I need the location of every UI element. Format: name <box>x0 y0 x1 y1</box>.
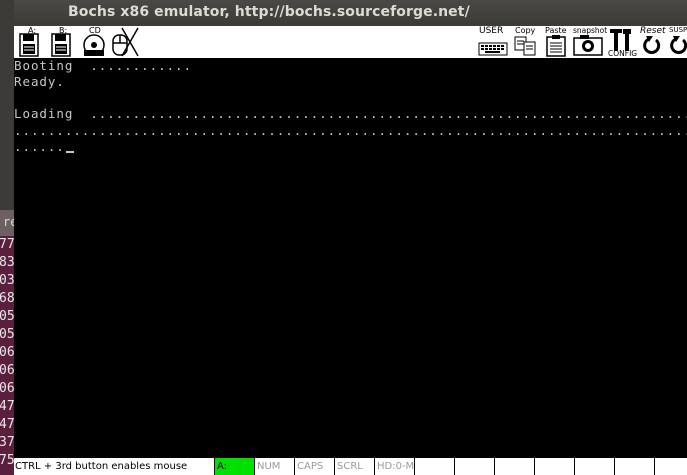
status-slot <box>574 458 614 475</box>
config-label: CONFIG <box>608 49 638 58</box>
floppy-a-button[interactable]: A: <box>18 26 44 58</box>
paste-button[interactable]: Paste <box>544 26 572 58</box>
copy-button[interactable]: Copy <box>512 26 540 58</box>
user-button[interactable]: USER <box>478 26 510 58</box>
background-terminal: re 77 83 03 68 05 05 06 06 06 47 47 37 7… <box>0 0 17 475</box>
status-slot <box>654 458 687 475</box>
mouse-button[interactable] <box>110 26 142 58</box>
floppy-b-button[interactable]: B: <box>50 26 76 58</box>
floppy-icon <box>51 33 71 57</box>
statusbar: CTRL + 3rd button enables mouse A: NUM C… <box>14 458 687 475</box>
line-number: 05 <box>0 327 15 342</box>
status-message: CTRL + 3rd button enables mouse <box>15 461 188 472</box>
cdrom-button[interactable]: CD <box>82 26 110 58</box>
background-tab: re <box>0 210 17 236</box>
reset-button[interactable]: Reset <box>638 26 668 58</box>
console-line: Booting ............ <box>14 58 192 73</box>
suspend-icon <box>670 36 687 54</box>
status-slot <box>414 458 454 475</box>
snapshot-button[interactable]: snapshot <box>572 26 608 58</box>
caps-lock-led: CAPS <box>294 458 334 475</box>
toolbar: A: B: CD USER Copy Paste snapshot CONFIG… <box>14 26 687 58</box>
scroll-lock-led: SCRL <box>334 458 374 475</box>
line-number: 75 <box>0 453 15 468</box>
hard-disk-led: HD:0-M <box>374 458 414 475</box>
emulator-screen[interactable]: Booting ............ Ready. Loading ....… <box>14 58 687 458</box>
status-slot <box>614 458 654 475</box>
floppy-icon <box>19 33 39 57</box>
status-slot <box>454 458 494 475</box>
console-line: Ready. <box>14 74 65 89</box>
reset-icon <box>643 36 661 54</box>
camera-icon <box>573 35 603 56</box>
window-titlebar[interactable]: Bochs x86 emulator, http://bochs.sourcef… <box>14 0 687 26</box>
status-slot <box>534 458 574 475</box>
line-number: 03 <box>0 273 15 288</box>
window-title: Bochs x86 emulator, http://bochs.sourcef… <box>68 4 470 20</box>
console-line-text: ...... <box>14 139 65 154</box>
line-number: 06 <box>0 345 15 360</box>
console-line-last: ...... <box>14 139 74 154</box>
paste-icon <box>546 35 566 57</box>
console-line: Loading ................................… <box>14 106 687 121</box>
line-number: 83 <box>0 255 15 270</box>
line-number: 47 <box>0 399 15 414</box>
status-slot <box>494 458 534 475</box>
copy-icon <box>514 36 536 56</box>
line-number: 68 <box>0 291 15 306</box>
line-number: 05 <box>0 309 15 324</box>
keyboard-icon <box>478 42 508 56</box>
line-number: 77 <box>0 237 15 252</box>
text-cursor <box>65 151 74 153</box>
mouse-icon <box>112 27 139 57</box>
line-number: 06 <box>0 381 15 396</box>
line-number: 37 <box>0 435 15 450</box>
line-number: 06 <box>0 363 15 378</box>
line-number: 47 <box>0 417 15 432</box>
config-button[interactable]: CONFIG <box>608 26 638 58</box>
cdrom-icon <box>83 34 105 56</box>
background-line-numbers: 77 83 03 68 05 05 06 06 06 47 47 37 75 <box>0 236 15 475</box>
num-lock-led: NUM <box>254 458 294 475</box>
console-line: ........................................… <box>14 123 687 138</box>
suspend-button[interactable]: SUSP <box>668 26 687 58</box>
floppy-a-led: A: <box>214 458 254 475</box>
